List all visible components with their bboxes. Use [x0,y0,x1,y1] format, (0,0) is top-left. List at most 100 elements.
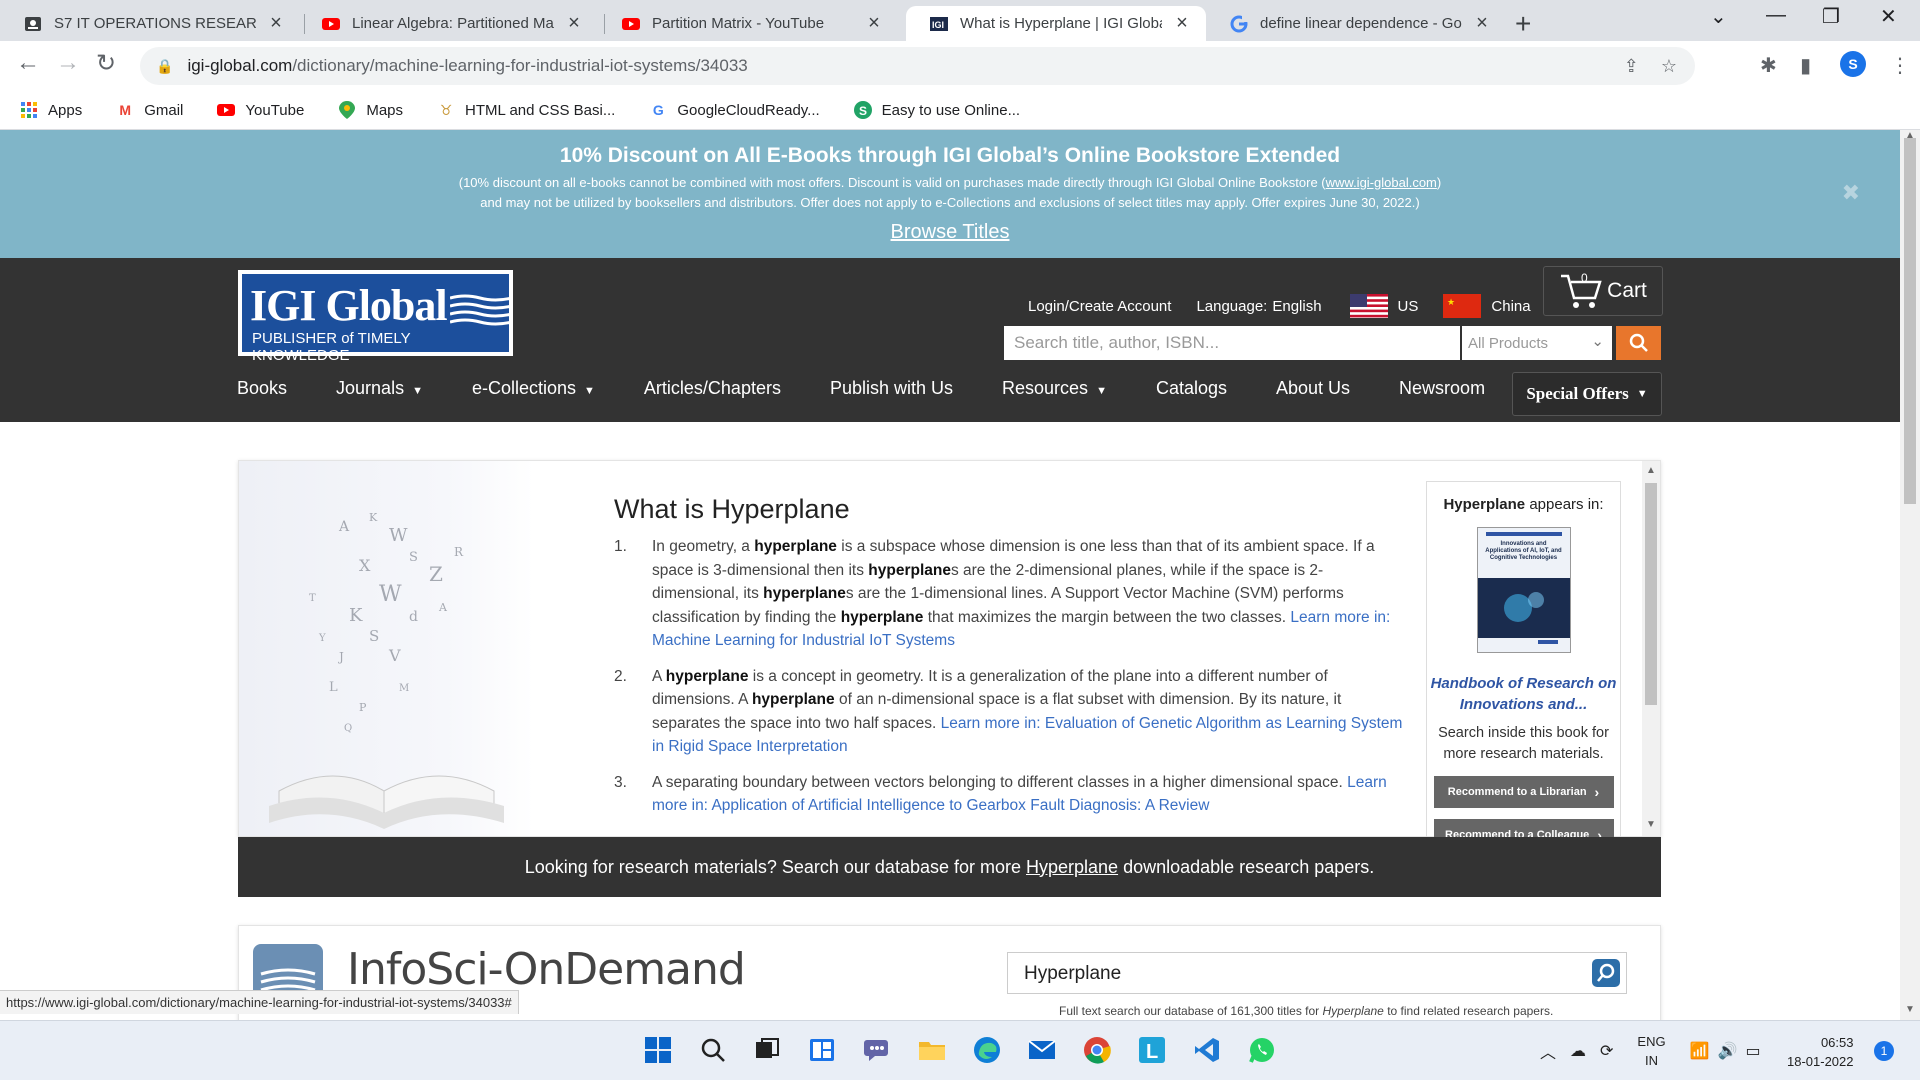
restore-button[interactable]: ❐ [1822,4,1840,29]
nav-about-us[interactable]: About Us [1276,378,1350,399]
wifi-icon[interactable]: 📶 [1690,1041,1710,1061]
nav-label: Publish with Us [829,378,954,398]
close-tab-icon[interactable]: × [564,12,584,35]
mail-icon[interactable] [1025,1033,1059,1067]
nav-publish-with-us[interactable]: Publish with Us [830,378,953,399]
caret-down-icon: ▼ [584,385,595,397]
close-tab-icon[interactable]: × [1172,12,1192,35]
tab-igi-hyperplane[interactable]: IGI What is Hyperplane | IGI Global × [906,6,1206,41]
china-flag-icon[interactable]: ★ [1443,294,1482,318]
system-clock[interactable]: 06:53 18-01-2022 [1787,1033,1854,1071]
bookmark-maps[interactable]: Maps [338,101,403,119]
extensions-icon[interactable]: ✱ [1760,53,1777,78]
taskbar-search-icon[interactable] [696,1033,730,1067]
menu-kebab-icon[interactable]: ⋮ [1890,53,1910,78]
forward-button[interactable]: → [56,49,80,77]
scroll-thumb[interactable] [1645,483,1657,705]
vscode-icon[interactable] [1190,1033,1224,1067]
bookmark-youtube[interactable]: YouTube [217,101,304,119]
tab-partition-matrix[interactable]: Partition Matrix - YouTube × [598,6,898,41]
bookmark-star-icon[interactable]: ☆ [1661,56,1677,77]
search-button[interactable] [1616,326,1661,360]
tab-linear-algebra[interactable]: Linear Algebra: Partitioned Matric × [298,6,598,41]
close-tab-icon[interactable]: × [1472,12,1492,35]
volume-icon[interactable]: 🔊 [1718,1041,1738,1061]
reload-button[interactable]: ↻ [96,49,116,78]
language-indicator[interactable]: ENG IN [1637,1032,1665,1070]
close-tab-icon[interactable]: × [266,12,286,35]
lock-icon[interactable]: 🔒 [156,58,173,75]
onedrive-cloud-icon[interactable]: ☁ [1570,1041,1586,1061]
notification-badge[interactable]: 1 [1874,1041,1894,1061]
recommend-librarian-button[interactable]: Recommend to a Librarian › [1433,776,1614,808]
tab-google-search[interactable]: define linear dependence - Goog × [1206,6,1506,41]
cta-term-link[interactable]: Hyperplane [1026,857,1118,878]
scroll-down-arrow-icon[interactable]: ▼ [1646,819,1656,830]
book-cover[interactable]: Innovations and Applications of AI, IoT,… [1476,527,1571,653]
scroll-down-arrow-icon[interactable]: ▼ [1905,1004,1915,1015]
site-search-input[interactable]: Search title, author, ISBN... [1004,326,1460,360]
classroom-icon [25,16,41,31]
widgets-icon[interactable] [805,1033,839,1067]
battery-icon[interactable]: ▭ [1745,1041,1760,1061]
promo-site-link[interactable]: www.igi-global.com [1326,175,1437,190]
bookmark-easy-online[interactable]: S Easy to use Online... [853,101,1020,119]
close-window-button[interactable]: ✕ [1880,4,1897,29]
us-flag-icon[interactable] [1349,294,1388,318]
close-banner-icon[interactable]: ✖ [1842,180,1860,206]
igi-global-logo[interactable]: IGI Global PUBLISHER of TIMELY KNOWLEDGE [238,270,513,364]
page-scrollbar[interactable]: ▲ ▼ [1900,130,1920,1020]
task-view-icon[interactable] [750,1033,784,1067]
edge-browser-icon[interactable] [970,1033,1004,1067]
file-explorer-icon[interactable] [915,1033,949,1067]
side-panel-icon[interactable]: ▮ [1800,53,1811,78]
bookmark-apps[interactable]: Apps [20,101,82,119]
bookmark-gmail[interactable]: M Gmail [116,101,183,119]
login-link[interactable]: Login/Create Account [1028,298,1171,315]
language-selector[interactable]: English [1272,298,1321,315]
teams-chat-icon[interactable] [860,1033,894,1067]
minimize-button[interactable]: — [1766,4,1786,27]
region-china[interactable]: China [1491,298,1530,315]
bookmark-html-css[interactable]: ♉ HTML and CSS Basi... [437,101,616,119]
maps-pin-icon [338,101,356,119]
book-title-link[interactable]: Handbook of Research on Innovations and.… [1427,673,1620,715]
tab-or-classroom[interactable]: S7 IT OPERATIONS RESEARCH 20 × [0,6,300,41]
infosci-search-button[interactable] [1592,959,1620,987]
note-term: Hyperplane [1322,1004,1384,1018]
nav-resources[interactable]: Resources ▼ [1002,378,1107,399]
region-us[interactable]: US [1398,298,1419,315]
browse-titles-link[interactable]: Browse Titles [891,221,1010,244]
nav-e-collections[interactable]: e-Collections ▼ [472,378,595,399]
share-icon[interactable]: ⇪ [1624,56,1639,77]
nav-books[interactable]: Books [237,378,287,399]
special-offers-button[interactable]: Special Offers ▼ [1512,372,1662,416]
product-filter-select[interactable]: All Products ⌄ [1462,326,1612,360]
cart-button[interactable]: 0 Cart [1543,266,1663,316]
infosci-search-input[interactable]: Hyperplane [1007,952,1627,994]
term-bold: hyperplane [868,561,951,579]
close-tab-icon[interactable]: × [864,12,884,35]
profile-avatar[interactable]: S [1840,51,1866,77]
scroll-up-arrow-icon[interactable]: ▲ [1646,465,1656,476]
l-app-icon[interactable]: L [1135,1033,1169,1067]
sync-icon[interactable]: ⟳ [1600,1041,1613,1061]
chrome-icon[interactable] [1080,1033,1114,1067]
youtube-icon [217,101,236,119]
page-scroll-thumb[interactable] [1904,138,1916,504]
new-tab-button[interactable]: + [1515,8,1531,40]
nav-journals[interactable]: Journals ▼ [336,378,423,399]
nav-label: Newsroom [1399,378,1486,398]
nav-newsroom[interactable]: Newsroom [1399,378,1485,399]
address-bar[interactable]: 🔒 igi-global.com/dictionary/machine-lear… [140,47,1695,85]
whatsapp-icon[interactable] [1245,1033,1279,1067]
nav-catalogs[interactable]: Catalogs [1156,378,1227,399]
card-scrollbar[interactable]: ▲ ▼ [1642,461,1660,836]
appears-in-heading: Hyperplane appears in: [1427,496,1620,513]
nav-articles-chapters[interactable]: Articles/Chapters [644,378,781,399]
back-button[interactable]: ← [16,49,40,77]
bookmark-googlecloud[interactable]: G GoogleCloudReady... [649,101,820,119]
tab-search-chevron-icon[interactable]: ⌄ [1710,4,1727,29]
start-button[interactable] [641,1033,675,1067]
chevron-up-icon[interactable]: ︿ [1540,1039,1556,1063]
